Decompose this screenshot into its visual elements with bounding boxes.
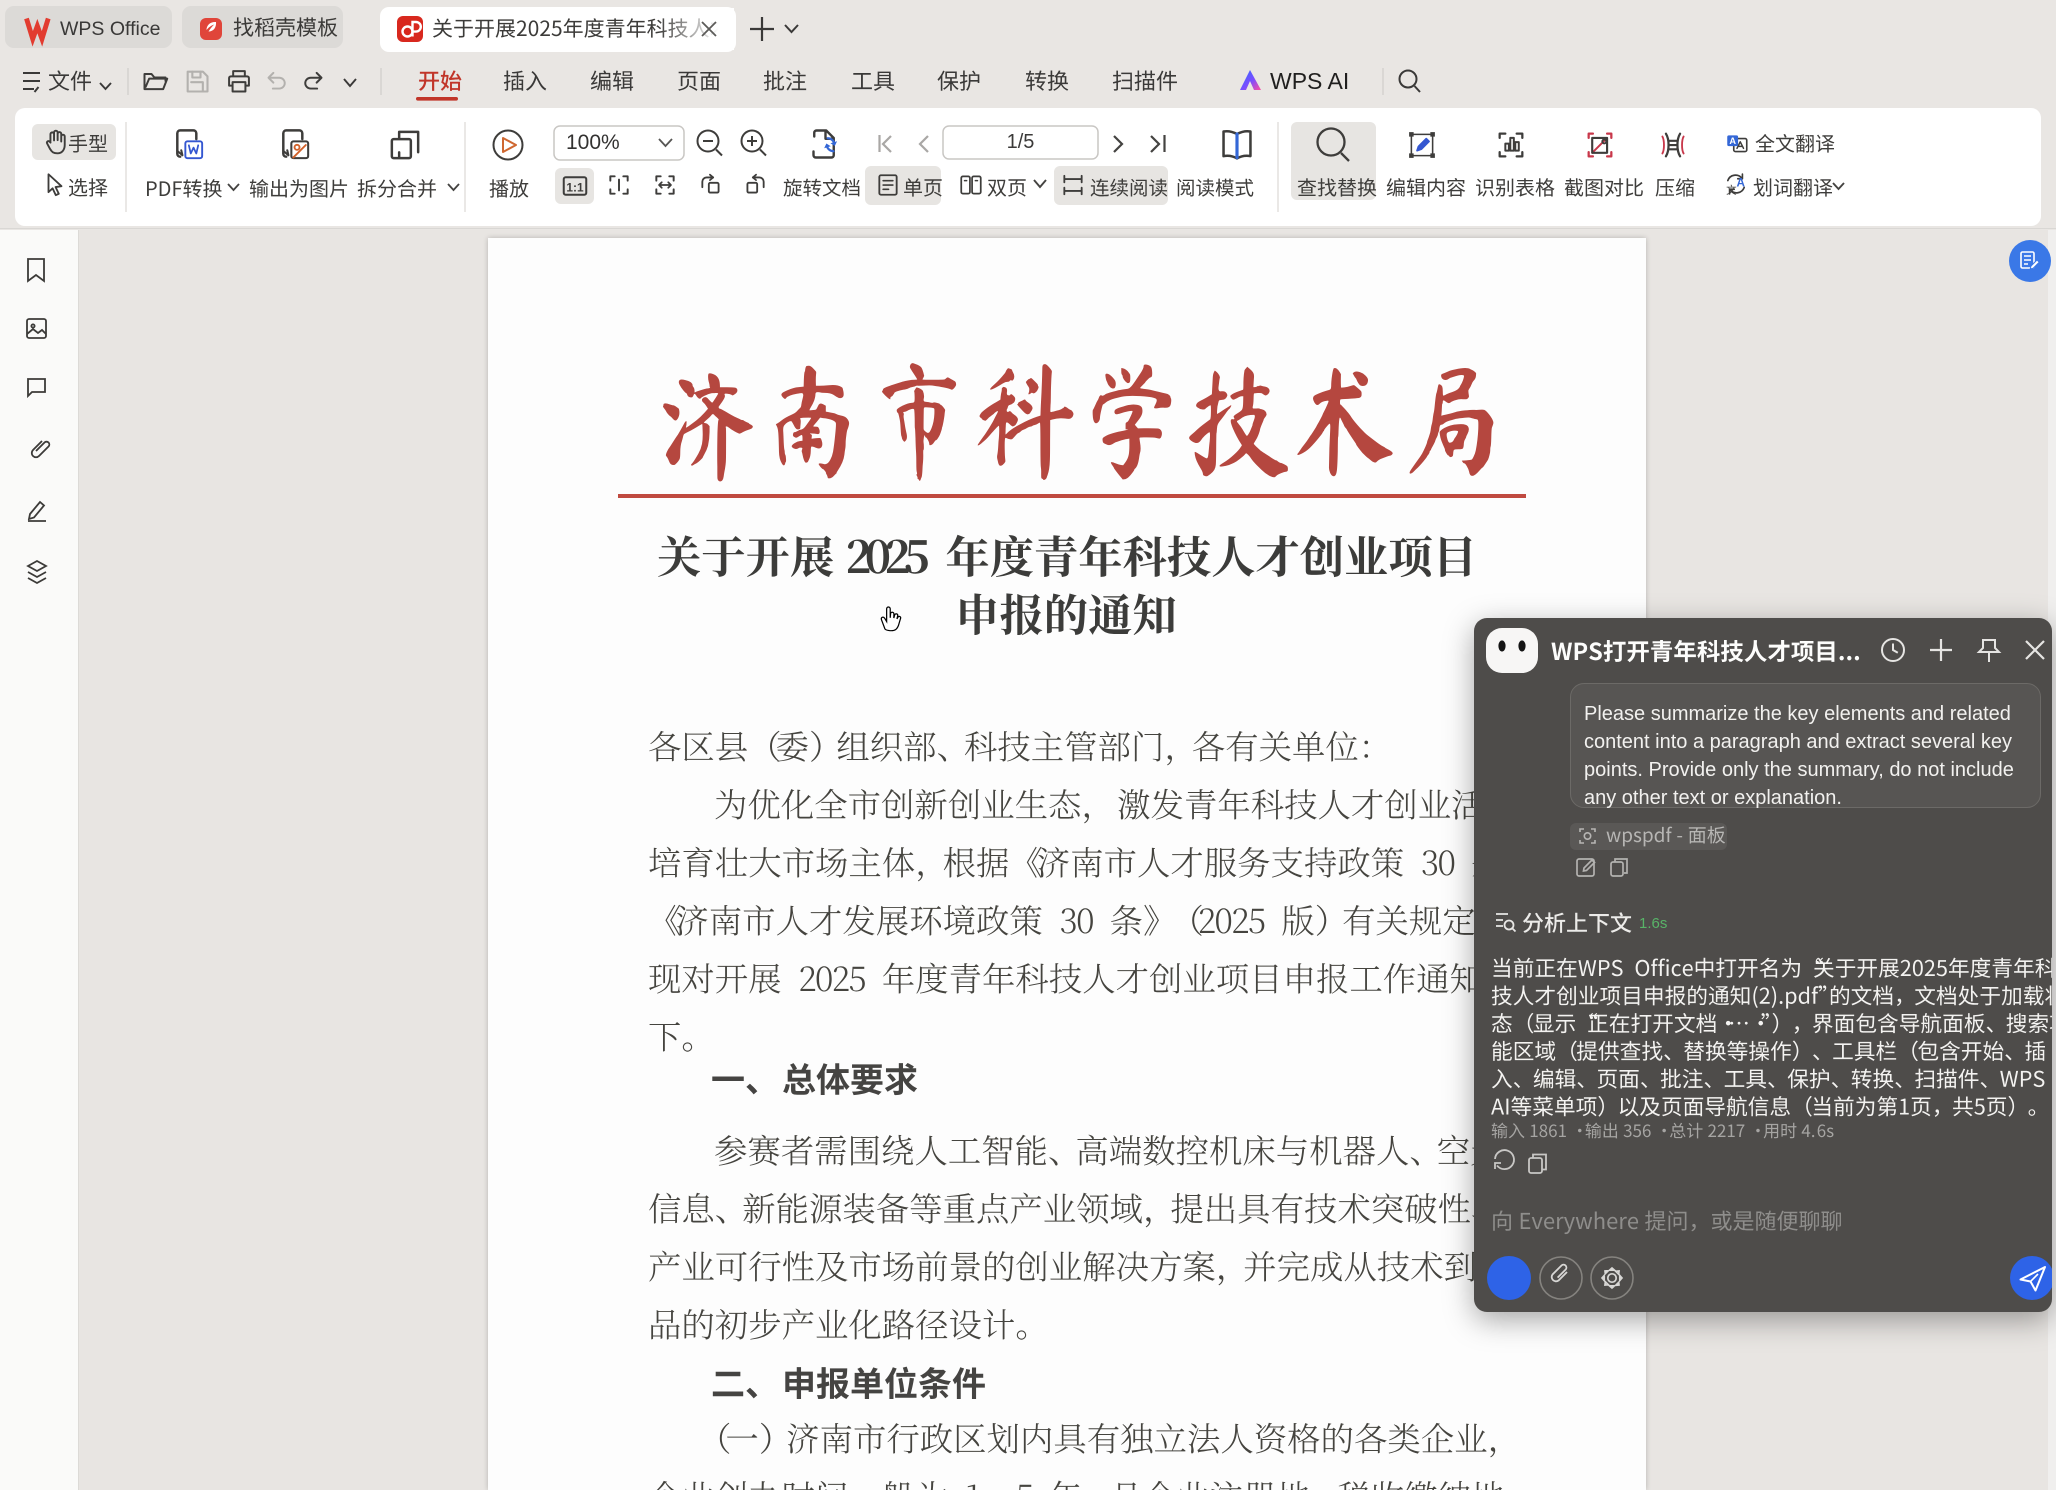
svg-text:1:1: 1:1 bbox=[566, 181, 584, 195]
svg-text:A: A bbox=[1736, 176, 1745, 189]
svg-text:A: A bbox=[1729, 136, 1736, 146]
svg-text:文: 文 bbox=[1726, 183, 1737, 196]
